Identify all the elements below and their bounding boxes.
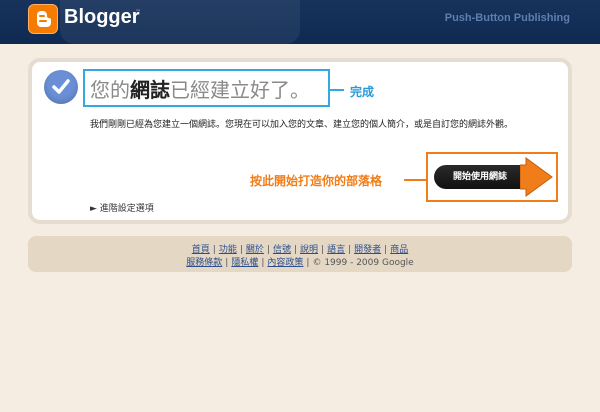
- footer-link-buzz[interactable]: 信號: [273, 245, 291, 255]
- done-connector: [330, 89, 344, 91]
- description-text: 我們剛剛已經為您建立一個網誌。您現在可以加入您的文章、建立您的個人簡介，或是自訂…: [90, 120, 514, 130]
- checkmark-icon: [44, 70, 78, 104]
- footer-links-row2: 服務條款 | 隱私權 | 內容政策 | © 1999 - 2009 Google: [186, 258, 414, 268]
- arrow-right-icon[interactable]: [520, 156, 554, 198]
- header-bar: Blogger ™ Push-Button Publishing: [0, 0, 600, 44]
- page-title: 您的網誌已經建立好了。: [90, 78, 310, 102]
- footer-link-developers[interactable]: 開發者: [354, 245, 381, 255]
- footer-link-about[interactable]: 關於: [246, 245, 264, 255]
- footer-link-content-policy[interactable]: 內容政策: [267, 258, 303, 268]
- footer: 首頁 | 功能 | 關於 | 信號 | 說明 | 語言 | 開發者 | 商品 服務條款 | 隱私權 | 內容政策 | ©…: [28, 236, 572, 272]
- advanced-settings-link[interactable]: ► 進階設定選項: [90, 201, 154, 214]
- footer-link-features[interactable]: 功能: [219, 245, 237, 255]
- footer-links-row1: 首頁 | 功能 | 關於 | 信號 | 說明 | 語言 | 開發者 | 商品: [191, 245, 409, 255]
- brand-name[interactable]: Blogger: [64, 6, 140, 29]
- copyright: © 1999 - 2009 Google: [312, 258, 414, 268]
- start-connector: [404, 179, 426, 181]
- footer-link-store[interactable]: 商品: [390, 245, 408, 255]
- footer-link-help[interactable]: 說明: [300, 245, 318, 255]
- blogger-b-icon[interactable]: [28, 4, 58, 34]
- start-blogging-button[interactable]: 開始使用網誌: [434, 165, 526, 189]
- trademark: ™: [135, 9, 141, 16]
- footer-link-language[interactable]: 語言: [327, 245, 345, 255]
- done-label: 完成: [350, 85, 375, 99]
- start-label: 按此開始打造你的部落格: [250, 174, 383, 188]
- footer-link-privacy[interactable]: 隱私權: [231, 258, 258, 268]
- tagline: Push-Button Publishing: [444, 12, 570, 24]
- footer-link-home[interactable]: 首頁: [192, 245, 210, 255]
- footer-link-terms[interactable]: 服務條款: [186, 258, 222, 268]
